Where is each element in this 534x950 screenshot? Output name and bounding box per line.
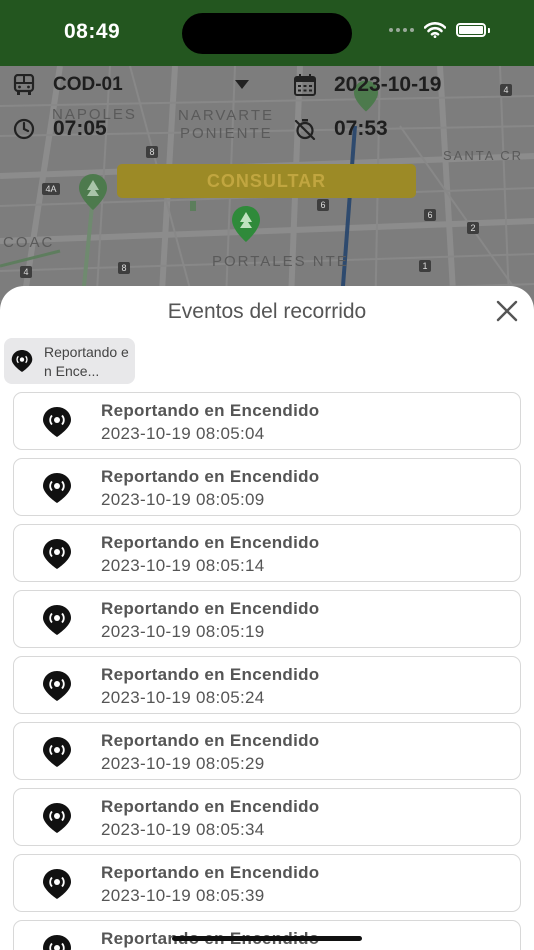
event-timestamp: 2023-10-19 08:05:24 [101, 688, 265, 707]
dynamic-island [182, 13, 352, 54]
event-card[interactable]: Reportando en Encendido 2023-10-19 08:05… [13, 524, 521, 582]
road-number: 8 [118, 262, 130, 274]
event-card[interactable]: Reportando en Encendido 2023-10-19 08:05… [13, 788, 521, 846]
event-card[interactable]: Reportando en Encendido 2023-10-19 08:05… [13, 656, 521, 714]
event-title: Reportando en Encendido [101, 665, 320, 684]
event-timestamp: 2023-10-19 08:05:14 [101, 556, 265, 575]
bus-icon [13, 74, 35, 95]
date-value: 2023-10-19 [334, 73, 442, 96]
event-timestamp: 2023-10-19 08:05:09 [101, 490, 265, 509]
event-timestamp: 2023-10-19 08:05:39 [101, 886, 265, 905]
events-sheet: Eventos del recorrido Reportando en Ence… [0, 286, 534, 950]
map-label-narvarte: NARVARTE [178, 107, 275, 124]
map-label-santa-cr: SANTA CR [443, 148, 524, 163]
chip-label: Reportando en Ence... [44, 344, 129, 379]
event-card[interactable]: Reportando en Encendido 2023-10-19 08:05… [13, 722, 521, 780]
clock-icon [13, 118, 35, 140]
consult-button[interactable]: CONSULTAR [117, 164, 416, 198]
location-pin-icon [43, 539, 71, 569]
event-card[interactable]: Reportando en Encendido [13, 920, 521, 950]
event-filter-chip[interactable]: Reportando en Ence... [4, 338, 135, 384]
timer-off-icon [294, 119, 316, 140]
event-title: Reportando en Encendido [101, 797, 320, 816]
end-time-picker[interactable]: 07:53 [294, 114, 434, 144]
road-number: 2 [467, 222, 479, 234]
event-title: Reportando en Encendido [101, 533, 320, 552]
route-selector[interactable]: COD-01 [13, 72, 253, 98]
road-number: 1 [419, 260, 431, 272]
road-number: 4 [500, 84, 512, 96]
wifi-icon [424, 22, 446, 38]
start-time-value: 07:05 [53, 117, 107, 140]
map-label-coac: COAC [3, 234, 55, 251]
event-title: Reportando en Encendido [101, 731, 320, 750]
event-card[interactable]: Reportando en Encendido 2023-10-19 08:05… [13, 392, 521, 450]
event-card[interactable]: Reportando en Encendido 2023-10-19 08:05… [13, 854, 521, 912]
signal-dots-icon [389, 28, 414, 32]
battery-icon [456, 23, 486, 37]
status-icons [389, 22, 490, 38]
event-timestamp: 2023-10-19 08:05:29 [101, 754, 265, 773]
map-label-poniente: PONIENTE [180, 125, 273, 142]
location-pin-icon [43, 869, 71, 899]
status-bar: 08:49 [0, 0, 534, 66]
road-number: 6 [317, 199, 329, 211]
event-title: Reportando en Encendido [101, 401, 320, 420]
start-time-picker[interactable]: 07:05 [13, 114, 153, 144]
sheet-title: Eventos del recorrido [167, 300, 367, 323]
event-title: Reportando en Encendido [101, 599, 320, 618]
road-number: 8 [146, 146, 158, 158]
chevron-down-icon [235, 80, 249, 89]
location-pin-icon [43, 737, 71, 767]
end-time-value: 07:53 [334, 117, 388, 140]
home-indicator[interactable] [172, 936, 362, 941]
tree-marker-icon [79, 174, 107, 210]
route-value: COD-01 [53, 74, 123, 95]
location-pin-icon [11, 350, 33, 372]
status-time: 08:49 [64, 20, 121, 43]
road-number: 4A [42, 183, 60, 195]
event-timestamp: 2023-10-19 08:05:34 [101, 820, 265, 839]
road-number: 4 [20, 266, 32, 278]
event-card[interactable]: Reportando en Encendido 2023-10-19 08:05… [13, 590, 521, 648]
date-picker[interactable]: 2023-10-19 [294, 70, 474, 100]
calendar-icon [294, 74, 316, 96]
events-list[interactable]: Reportando en Encendido 2023-10-19 08:05… [13, 392, 521, 950]
event-title: Reportando en Encendido [101, 467, 320, 486]
location-pin-icon [43, 407, 71, 437]
location-pin-icon [43, 803, 71, 833]
event-timestamp: 2023-10-19 08:05:19 [101, 622, 265, 641]
location-pin-icon [43, 605, 71, 635]
map-label-portales-nte: PORTALES NTE [212, 253, 349, 270]
close-icon[interactable] [496, 300, 518, 322]
road-number: 6 [424, 209, 436, 221]
location-pin-icon [43, 473, 71, 503]
tree-marker-icon [232, 206, 260, 242]
location-pin-icon [43, 671, 71, 701]
event-timestamp: 2023-10-19 08:05:04 [101, 424, 265, 443]
battery-tip [488, 27, 490, 33]
event-card[interactable]: Reportando en Encendido 2023-10-19 08:05… [13, 458, 521, 516]
location-pin-icon [43, 935, 71, 950]
event-title: Reportando en Encendido [101, 863, 320, 882]
